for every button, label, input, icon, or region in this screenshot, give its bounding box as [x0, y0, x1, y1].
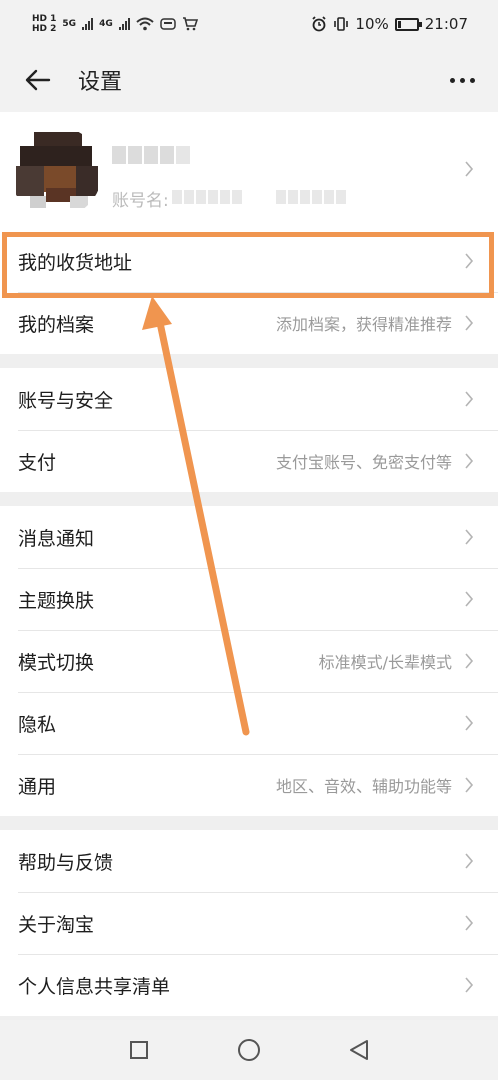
chevron-right-icon	[465, 715, 474, 731]
row-label: 我的档案	[18, 313, 95, 336]
row-subtitle: 支付宝账号、免密支付等	[275, 453, 452, 472]
row-payment[interactable]: 支付 支付宝账号、免密支付等	[0, 430, 498, 492]
row-about-taobao[interactable]: 关于淘宝	[0, 892, 498, 954]
row-theme[interactable]: 主题换肤	[0, 568, 498, 630]
chevron-right-icon	[465, 453, 474, 469]
battery-percent: 10%	[355, 15, 389, 33]
net2-label: 4G	[99, 19, 113, 29]
status-left: HD 1 HD 2 5G 4G	[32, 14, 198, 34]
wifi-icon	[136, 17, 154, 31]
profile-card[interactable]: 账号名:	[0, 112, 498, 230]
system-nav-bar	[0, 1020, 498, 1080]
page-title: 设置	[78, 70, 123, 95]
home-button[interactable]	[232, 1033, 266, 1067]
alarm-icon	[312, 16, 327, 32]
hd1-label: HD 1	[32, 14, 57, 24]
status-bar: HD 1 HD 2 5G 4G 10% 21:07	[0, 0, 498, 48]
signal-icon	[82, 18, 94, 30]
row-privacy[interactable]: 隐私	[0, 692, 498, 754]
triangle-back-icon	[350, 1040, 368, 1060]
row-account-security[interactable]: 账号与安全	[0, 368, 498, 430]
row-help-feedback[interactable]: 帮助与反馈	[0, 830, 498, 892]
row-label: 我的收货地址	[18, 251, 133, 274]
circle-icon	[238, 1039, 260, 1061]
net1-label: 5G	[62, 19, 77, 29]
chevron-right-icon	[465, 391, 474, 407]
chevron-right-icon	[465, 853, 474, 869]
row-notifications[interactable]: 消息通知	[0, 506, 498, 568]
system-back-button[interactable]	[342, 1033, 376, 1067]
settings-group-4: 帮助与反馈 关于淘宝 个人信息共享清单	[0, 830, 498, 1016]
square-icon	[130, 1041, 148, 1059]
chevron-right-icon	[465, 253, 474, 269]
arrow-left-icon	[25, 69, 51, 91]
chevron-right-icon	[465, 315, 474, 331]
row-subtitle: 地区、音效、辅助功能等	[275, 777, 452, 796]
more-dots-icon	[449, 77, 455, 83]
taobao-app-icon	[159, 18, 176, 30]
chevron-right-icon	[465, 591, 474, 607]
row-label: 关于淘宝	[18, 913, 95, 936]
hd2-label: HD 2	[32, 24, 57, 34]
signal-icon-2	[118, 18, 130, 30]
row-info-sharing-list[interactable]: 个人信息共享清单	[0, 954, 498, 1016]
vibrate-icon	[334, 17, 349, 31]
nickname-blurred	[112, 146, 190, 164]
row-label: 账号与安全	[18, 389, 114, 412]
chevron-right-icon	[465, 977, 474, 993]
recents-button[interactable]	[122, 1033, 156, 1067]
chevron-right-icon	[465, 915, 474, 931]
avatar[interactable]	[10, 126, 102, 218]
row-subtitle: 添加档案，获得精准推荐	[275, 315, 452, 334]
row-subtitle: 标准模式/长辈模式	[318, 653, 452, 672]
row-label: 消息通知	[18, 527, 95, 550]
row-my-profile[interactable]: 我的档案 添加档案，获得精准推荐	[0, 292, 498, 354]
settings-group-2: 账号与安全 支付 支付宝账号、免密支付等	[0, 368, 498, 492]
row-label: 支付	[18, 451, 57, 474]
chevron-right-icon	[465, 529, 474, 545]
back-button[interactable]	[20, 62, 56, 98]
row-label: 个人信息共享清单	[18, 975, 171, 998]
row-general[interactable]: 通用 地区、音效、辅助功能等	[0, 754, 498, 816]
hd-indicator: HD 1 HD 2	[32, 14, 56, 34]
nav-bar: 设置	[0, 48, 498, 112]
row-label: 通用	[18, 775, 57, 798]
row-label: 主题换肤	[18, 589, 95, 612]
status-right: 10% 21:07	[311, 15, 468, 33]
more-button[interactable]	[444, 62, 480, 98]
row-label: 隐私	[18, 713, 57, 736]
cart-icon	[182, 17, 198, 31]
row-label: 帮助与反馈	[18, 851, 114, 874]
account-name-label: 账号名:	[112, 191, 169, 211]
row-label: 模式切换	[18, 651, 95, 674]
settings-group-3: 消息通知 主题换肤 模式切换 标准模式/长辈模式 隐私 通用 地区、音效、辅助功…	[0, 506, 498, 816]
row-mode-switch[interactable]: 模式切换 标准模式/长辈模式	[0, 630, 498, 692]
chevron-right-icon	[465, 161, 474, 177]
account-name-blurred	[172, 190, 346, 204]
settings-group-1: 我的收货地址 我的档案 添加档案，获得精准推荐	[0, 230, 498, 354]
clock: 21:07	[424, 15, 468, 33]
chevron-right-icon	[465, 777, 474, 793]
battery-icon	[394, 17, 422, 31]
chevron-right-icon	[465, 653, 474, 669]
row-shipping-address[interactable]: 我的收货地址	[0, 230, 498, 292]
